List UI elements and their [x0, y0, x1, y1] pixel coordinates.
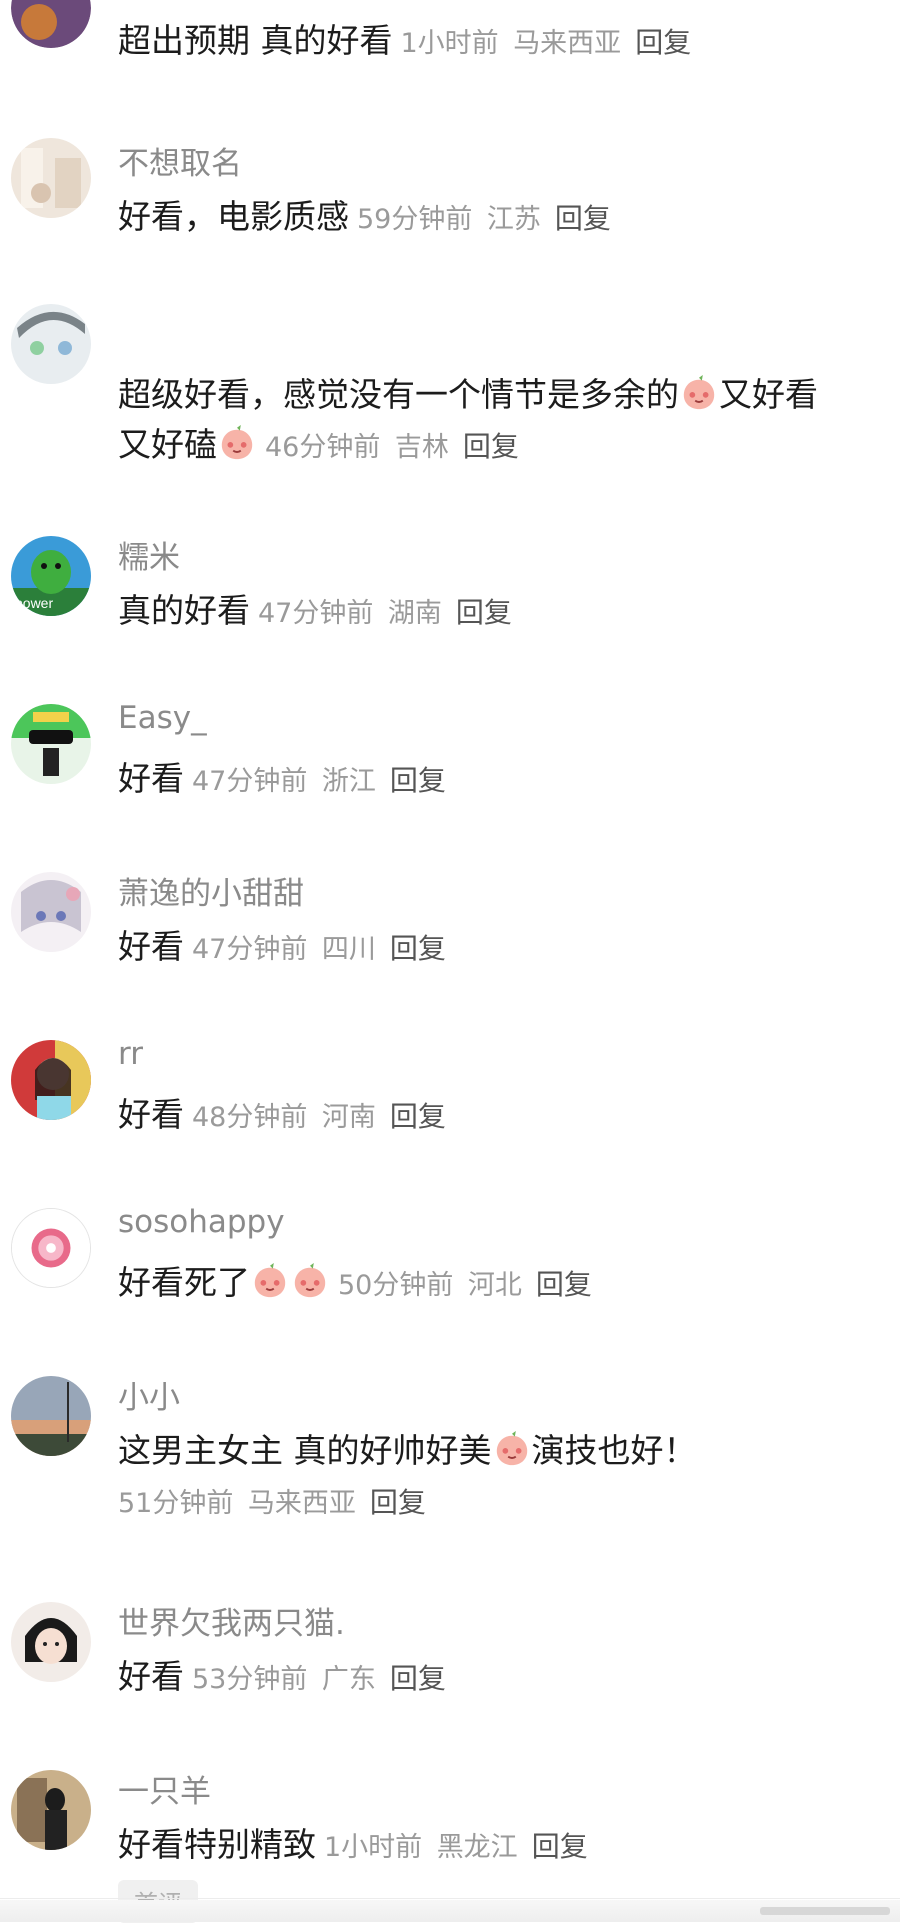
reply-button[interactable]: 回复: [456, 596, 512, 629]
comment-text: 超出预期 真的好看: [118, 21, 393, 60]
comment-body: 好看，电影质感 59分钟前 江苏 回复: [118, 192, 876, 245]
comment-text: 好看特别精致: [118, 1825, 316, 1864]
username[interactable]: Easy_: [118, 700, 207, 736]
reply-button[interactable]: 回复: [390, 1662, 446, 1695]
comment-location: 吉林: [394, 432, 449, 463]
comment-time: 50分钟前: [338, 1270, 454, 1301]
divider: [0, 1898, 900, 1899]
comment-body: 真的好看 47分钟前 湖南 回复: [118, 586, 876, 639]
comment-location: 湖南: [387, 598, 442, 629]
comment-body: 这男主女主 真的好帅好美 演技也好！ 51分钟前 马来西亚 回复: [118, 1426, 876, 1529]
comment-location: 黑龙江: [436, 1832, 518, 1863]
comment-time: 47分钟前: [192, 766, 308, 797]
reply-button[interactable]: 回复: [390, 1100, 446, 1133]
username[interactable]: 糯米: [118, 532, 180, 577]
username[interactable]: rr: [118, 1036, 143, 1072]
avatar[interactable]: [11, 1602, 91, 1682]
comment-location: 浙江: [321, 766, 376, 797]
comment-time: 47分钟前: [192, 934, 308, 965]
username[interactable]: 小小: [118, 1372, 180, 1417]
comment-location: 四川: [321, 934, 376, 965]
avatar[interactable]: [11, 304, 91, 384]
avatar[interactable]: [11, 0, 91, 48]
comment-body: 好看 48分钟前 河南 回复: [118, 1090, 876, 1143]
svg-text:power: power: [15, 595, 53, 611]
comment-time: 53分钟前: [192, 1664, 308, 1695]
comment-text: 好看: [118, 759, 184, 798]
avatar[interactable]: [11, 704, 91, 784]
comment-time: 48分钟前: [192, 1102, 308, 1133]
peach-emoji-icon: [493, 1430, 531, 1468]
comment-body: 好看 47分钟前 四川 回复: [118, 922, 876, 975]
comment-body: 好看死了 50分钟前 河北 回复: [118, 1258, 876, 1311]
peach-emoji-icon: [218, 424, 256, 462]
comment-time: 51分钟前: [118, 1488, 234, 1519]
avatar[interactable]: power: [11, 536, 91, 616]
comment-time: 46分钟前: [265, 432, 381, 463]
comment-text: 超级好看，感觉没有一个情节是多余的: [118, 375, 679, 414]
avatar[interactable]: [11, 138, 91, 218]
comment-location: 马来西亚: [247, 1488, 356, 1519]
comment-time: 1小时前: [400, 28, 499, 59]
comment-location: 河南: [321, 1102, 376, 1133]
comment-text: 好看: [118, 1657, 184, 1696]
comment-body: 好看特别精致 1小时前 黑龙江 回复: [118, 1820, 876, 1873]
avatar[interactable]: [11, 1040, 91, 1120]
reply-button[interactable]: 回复: [390, 932, 446, 965]
comment-text: 好看: [118, 927, 184, 966]
reply-button[interactable]: 回复: [370, 1486, 426, 1519]
reply-button[interactable]: 回复: [536, 1268, 592, 1301]
reply-button[interactable]: 回复: [555, 202, 611, 235]
reply-button[interactable]: 回复: [532, 1830, 588, 1863]
comment-body: 超级好看，感觉没有一个情节是多余的 又好看又好磕 46分钟前 吉林 回复: [118, 370, 876, 473]
avatar[interactable]: [11, 1208, 91, 1288]
comment-text: 又好磕: [118, 425, 217, 464]
avatar[interactable]: [11, 872, 91, 952]
comment-body: 好看 53分钟前 广东 回复: [118, 1652, 876, 1705]
comment-body: 超出预期 真的好看 1小时前 马来西亚 回复: [118, 16, 876, 69]
peach-emoji-icon: [291, 1262, 329, 1300]
comment-body: 好看 47分钟前 浙江 回复: [118, 754, 876, 807]
comment-location: 马来西亚: [513, 28, 622, 59]
comment-text: 好看死了: [118, 1263, 250, 1302]
peach-emoji-icon: [680, 374, 718, 412]
peach-emoji-icon: [251, 1262, 289, 1300]
username[interactable]: 萧逸的小甜甜: [118, 868, 304, 913]
avatar[interactable]: [11, 1376, 91, 1456]
comment-text: 又好看: [719, 375, 818, 414]
username[interactable]: sosohappy: [118, 1204, 285, 1240]
comment-time: 1小时前: [324, 1832, 423, 1863]
comment-location: 河北: [467, 1270, 522, 1301]
comment-text: 演技也好！: [531, 1431, 697, 1470]
comment-location: 江苏: [486, 204, 541, 235]
scrollbar-thumb[interactable]: [760, 1907, 890, 1915]
comment-text: 好看，电影质感: [118, 197, 349, 236]
comment-time: 59分钟前: [357, 204, 473, 235]
comment-location: 广东: [321, 1664, 376, 1695]
reply-button[interactable]: 回复: [635, 26, 691, 59]
comment-text: 好看: [118, 1095, 184, 1134]
username[interactable]: 一只羊: [118, 1766, 211, 1811]
comment-time: 47分钟前: [258, 598, 374, 629]
username[interactable]: 世界欠我两只猫.: [118, 1598, 345, 1643]
comment-text: 真的好看: [118, 591, 250, 630]
reply-button[interactable]: 回复: [390, 764, 446, 797]
avatar[interactable]: [11, 1770, 91, 1850]
username[interactable]: 不想取名: [118, 138, 242, 183]
comment-text: 这男主女主 真的好帅好美: [118, 1431, 492, 1470]
reply-button[interactable]: 回复: [463, 430, 519, 463]
horizontal-scrollbar[interactable]: [0, 1900, 900, 1922]
